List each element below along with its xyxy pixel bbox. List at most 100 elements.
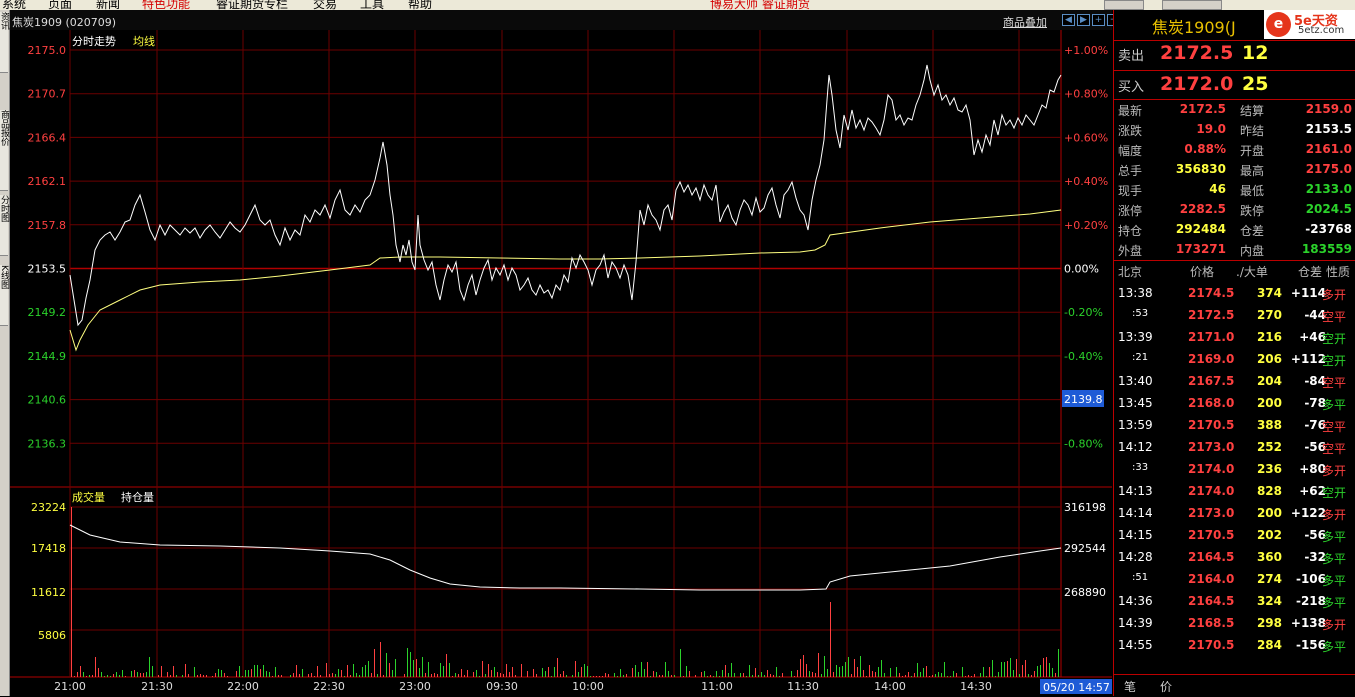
- volume-bar: [653, 671, 654, 677]
- intraday-chart[interactable]: 2175.0 2170.7 2166.4 2162.1 2157.8 2153.5 2149…: [0, 0, 1113, 696]
- tick-row: 13:59 2170.5 388 -76 空平: [1118, 418, 1347, 434]
- volume-bar: [686, 666, 687, 677]
- volume-bar: [224, 673, 225, 677]
- volume-bar: [521, 664, 522, 677]
- volume-bar: [266, 671, 267, 677]
- volume-bar: [896, 667, 897, 677]
- volume-bar: [473, 672, 474, 677]
- window-button-2[interactable]: [1162, 0, 1222, 10]
- price-axis-labels: 2175.0 2170.7 2166.4 2162.1 2157.8 2153.5 2149…: [28, 44, 67, 450]
- time-tick-label: 14:00: [874, 680, 906, 693]
- volume-bar: [101, 672, 102, 677]
- volume-bar: [902, 676, 903, 677]
- volume-bar: [1049, 663, 1050, 677]
- volume-bar: [695, 675, 696, 677]
- volume-bar: [1028, 674, 1029, 677]
- volume-bar: [71, 507, 72, 677]
- volume-bar: [413, 660, 414, 677]
- volume-bar: [605, 673, 606, 677]
- tab-trades[interactable]: 笔: [1124, 678, 1136, 695]
- volume-bar: [149, 657, 150, 677]
- volume-bar: [560, 674, 561, 677]
- volume-bar: [497, 672, 498, 677]
- volume-bar: [416, 659, 417, 677]
- volume-bar: [704, 671, 705, 677]
- volume-bar: [533, 669, 534, 677]
- volume-bar: [176, 675, 177, 677]
- volume-bar: [623, 675, 624, 677]
- volume-bar: [851, 674, 852, 677]
- volume-bar: [254, 665, 255, 677]
- price-tick-label: 2162.1: [28, 175, 67, 188]
- volume-bar: [458, 674, 459, 677]
- volume-bar: [368, 661, 369, 677]
- volume-bar: [644, 669, 645, 677]
- volume-bar: [389, 663, 390, 677]
- volume-bar: [749, 665, 750, 677]
- volume-bar: [158, 675, 159, 677]
- volume-bar: [575, 661, 576, 677]
- volume-bar: [962, 667, 963, 677]
- volume-bar: [314, 676, 315, 677]
- volume-bar: [173, 666, 174, 677]
- volume-bar: [857, 667, 858, 677]
- volume-bar: [494, 667, 495, 677]
- volume-bar: [794, 676, 795, 677]
- volume-bar: [275, 667, 276, 677]
- time-tick-label: 11:30: [787, 680, 819, 693]
- volume-bar: [1034, 671, 1035, 677]
- tab-prices[interactable]: 价: [1160, 678, 1172, 695]
- volume-bar: [320, 675, 321, 677]
- quote-panel: 焦炭1909(J e 5e天资 5etz.com 卖出 2172.5 12 买入…: [1113, 10, 1355, 697]
- volume-bar: [764, 675, 765, 677]
- volume-bar: [608, 674, 609, 677]
- volume-bar: [317, 666, 318, 677]
- volume-tick-label: 11612: [31, 586, 66, 599]
- volume-bar: [911, 676, 912, 677]
- buy-label: 买入: [1118, 80, 1145, 95]
- price-tick-label: 2166.4: [28, 131, 67, 144]
- volume-bar: [725, 665, 726, 677]
- volume-bar: [659, 675, 660, 677]
- time-tick-label: 22:30: [313, 680, 345, 693]
- volume-bar: [833, 672, 834, 677]
- volume-tick-label: 17418: [31, 542, 66, 555]
- volume-bar: [182, 675, 183, 677]
- volume-bar: [371, 673, 372, 677]
- volume-bar: [98, 668, 99, 677]
- volume-axis-labels: 23224 17418 11612 5806: [31, 501, 66, 642]
- volume-tick-label: 23224: [31, 501, 66, 514]
- volume-bar: [995, 676, 996, 677]
- volume-bar: [476, 670, 477, 677]
- tick-row: :21 2169.0 206 +112 空开: [1132, 352, 1347, 368]
- price-tick-label: 2153.5: [28, 263, 67, 276]
- percent-tick-label: -0.40%: [1064, 350, 1103, 363]
- volume-bar: [161, 666, 162, 677]
- volume-bar: [821, 674, 822, 677]
- volume-bar: [713, 676, 714, 677]
- time-tick-label: 23:00: [399, 680, 431, 693]
- volume-bar: [998, 672, 999, 677]
- volume-tick-label: 5806: [38, 629, 66, 642]
- volume-bar: [113, 674, 114, 677]
- volume-bar: [881, 660, 882, 677]
- volume-bar: [761, 672, 762, 677]
- volume-bar: [137, 672, 138, 677]
- volume-bar: [545, 671, 546, 677]
- volume-bar: [407, 648, 408, 677]
- volume-bar: [908, 672, 909, 677]
- volume-bar: [596, 676, 597, 677]
- volume-bar: [614, 673, 615, 677]
- volume-bar: [536, 674, 537, 677]
- volume-bar: [638, 672, 639, 677]
- volume-label: 成交量: [72, 490, 105, 504]
- volume-bar: [716, 671, 717, 677]
- volume-bar: [770, 674, 771, 677]
- volume-bar: [335, 674, 336, 677]
- volume-bar: [527, 671, 528, 677]
- volume-bar: [281, 675, 282, 677]
- volume-bar: [1052, 668, 1053, 677]
- volume-bar: [185, 664, 186, 677]
- volume-bar: [260, 669, 261, 677]
- volume-bar: [1013, 670, 1014, 677]
